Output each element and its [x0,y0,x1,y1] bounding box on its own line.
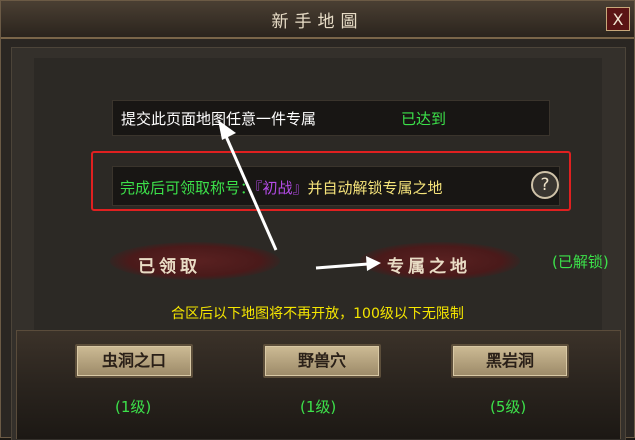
map-button-beast-den[interactable]: 野兽穴 [263,344,381,378]
map-level-2: (1级) [300,398,337,416]
title-bar: 新手地圖 X [1,1,634,39]
map-level-1: (1级) [115,398,152,416]
window-title: 新手地圖 [271,12,364,32]
highlight-frame [91,151,571,211]
claimed-label[interactable]: 已领取 [138,252,201,277]
exclusive-area-label[interactable]: 专属之地 [387,252,471,277]
map-level-3: (5级) [490,398,527,416]
requirement-box: 提交此页面地图任意一件专属 已达到 [112,100,550,136]
requirement-status: 已达到 [401,110,447,128]
map-button-wormhole-entrance[interactable]: 虫洞之口 [75,344,193,378]
map-button-black-rock-cave[interactable]: 黑岩洞 [451,344,569,378]
close-button[interactable]: X [606,7,630,31]
notice-text: 合区后以下地图将不再开放，100级以下无限制 [171,306,464,322]
requirement-text: 提交此页面地图任意一件专属 [121,110,317,128]
unlocked-status: (已解锁) [552,253,609,271]
